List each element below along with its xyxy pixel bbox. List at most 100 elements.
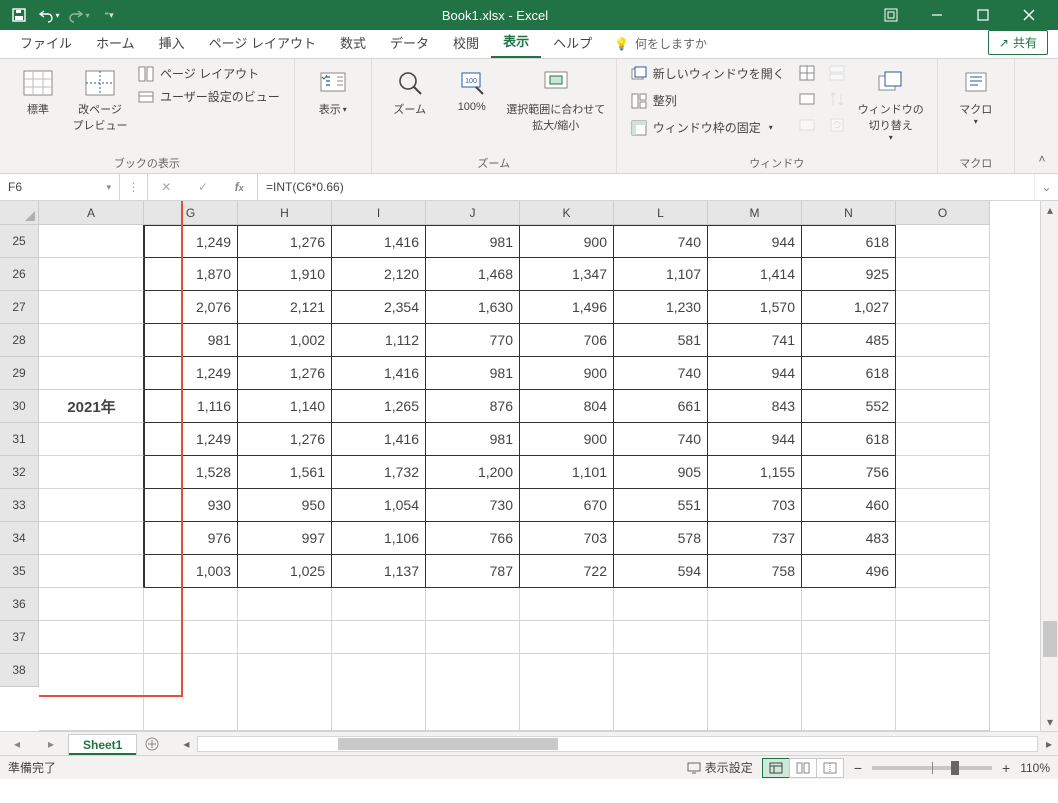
new-sheet-button[interactable]	[137, 732, 167, 755]
save-icon[interactable]	[6, 2, 32, 28]
cell[interactable]: 1,528	[144, 456, 238, 489]
unhide-button[interactable]	[795, 115, 819, 135]
reset-position-button[interactable]	[825, 115, 849, 135]
collapse-ribbon-icon[interactable]: ˄	[1032, 149, 1052, 169]
cell[interactable]: 1,276	[238, 423, 332, 456]
cell[interactable]	[426, 654, 520, 731]
tab-help[interactable]: ヘルプ	[541, 27, 604, 58]
zoom-button[interactable]: ズーム	[382, 63, 438, 117]
cell[interactable]: 756	[802, 456, 896, 489]
cell[interactable]	[238, 654, 332, 731]
cell[interactable]	[39, 654, 144, 731]
cell[interactable]	[39, 555, 144, 588]
row-header-28[interactable]: 28	[0, 324, 39, 357]
row-header-26[interactable]: 26	[0, 258, 39, 291]
cell[interactable]	[896, 423, 990, 456]
cell[interactable]: 1,155	[708, 456, 802, 489]
normal-viewmode-button[interactable]	[762, 758, 790, 778]
cell[interactable]: 703	[708, 489, 802, 522]
cell[interactable]: 706	[520, 324, 614, 357]
cell[interactable]: 930	[144, 489, 238, 522]
cell[interactable]: 2,121	[238, 291, 332, 324]
tab-view[interactable]: 表示	[491, 25, 541, 58]
tab-formulas[interactable]: 数式	[328, 27, 378, 58]
cell[interactable]: 1,116	[144, 390, 238, 423]
hide-button[interactable]	[795, 89, 819, 109]
cell[interactable]: 944	[708, 225, 802, 258]
cell[interactable]	[520, 621, 614, 654]
row-header-37[interactable]: 37	[0, 621, 39, 654]
row-header-31[interactable]: 31	[0, 423, 39, 456]
cell[interactable]: 944	[708, 423, 802, 456]
cell[interactable]: 581	[614, 324, 708, 357]
column-header-K[interactable]: K	[520, 201, 614, 225]
row-header-25[interactable]: 25	[0, 225, 39, 258]
cell[interactable]	[144, 654, 238, 731]
cell[interactable]: 770	[426, 324, 520, 357]
cell[interactable]: 1,230	[614, 291, 708, 324]
cell[interactable]: 758	[708, 555, 802, 588]
cell[interactable]: 1,496	[520, 291, 614, 324]
cell[interactable]	[39, 621, 144, 654]
cell[interactable]	[39, 588, 144, 621]
cell[interactable]: 1,276	[238, 357, 332, 390]
pagebreak-viewmode-button[interactable]	[816, 758, 844, 778]
cell[interactable]	[708, 654, 802, 731]
side-by-side-button[interactable]	[825, 63, 849, 83]
cell[interactable]	[896, 357, 990, 390]
maximize-button[interactable]	[960, 0, 1006, 30]
cell[interactable]: 1,002	[238, 324, 332, 357]
cell[interactable]: 460	[802, 489, 896, 522]
redo-icon[interactable]: ▾	[66, 2, 92, 28]
cell[interactable]: 1,054	[332, 489, 426, 522]
cell[interactable]: 981	[426, 225, 520, 258]
cell[interactable]: 1,416	[332, 423, 426, 456]
sheet-tab-active[interactable]: Sheet1	[68, 734, 137, 755]
pagelayout-viewmode-button[interactable]	[789, 758, 817, 778]
sync-scroll-button[interactable]	[825, 89, 849, 109]
split-button[interactable]	[795, 63, 819, 83]
cell[interactable]: 1,249	[144, 225, 238, 258]
column-header-G[interactable]: G	[144, 201, 238, 225]
cell[interactable]: 981	[426, 423, 520, 456]
cell[interactable]: 1,561	[238, 456, 332, 489]
cell[interactable]	[426, 588, 520, 621]
zoom-100-button[interactable]: 100100%	[444, 63, 500, 113]
fx-icon[interactable]: fx	[235, 180, 244, 194]
zoom-selection-button[interactable]: 選択範囲に合わせて 拡大/縮小	[506, 63, 606, 133]
tab-data[interactable]: データ	[378, 27, 441, 58]
column-header-I[interactable]: I	[332, 201, 426, 225]
macro-button[interactable]: マクロ▾	[948, 63, 1004, 126]
scroll-left-icon[interactable]: ◂	[177, 735, 195, 753]
cell[interactable]	[39, 522, 144, 555]
row-header-34[interactable]: 34	[0, 522, 39, 555]
cell[interactable]	[802, 588, 896, 621]
cell[interactable]: 618	[802, 357, 896, 390]
cell[interactable]	[39, 489, 144, 522]
pagebreak-view-button[interactable]: 改ページ プレビュー	[72, 63, 128, 133]
cell[interactable]: 740	[614, 225, 708, 258]
sheet-nav-left[interactable]: ◂	[0, 732, 34, 755]
cell[interactable]: 741	[708, 324, 802, 357]
cell[interactable]: 981	[426, 357, 520, 390]
cell[interactable]	[39, 357, 144, 390]
cell[interactable]: 1,112	[332, 324, 426, 357]
cell[interactable]: 1,137	[332, 555, 426, 588]
cell[interactable]: 905	[614, 456, 708, 489]
custom-views-button[interactable]: ユーザー設定のビュー	[134, 86, 284, 107]
column-header-M[interactable]: M	[708, 201, 802, 225]
cell[interactable]	[896, 621, 990, 654]
cell[interactable]	[39, 423, 144, 456]
ribbon-options-icon[interactable]	[868, 0, 914, 30]
cell[interactable]	[39, 291, 144, 324]
cell[interactable]: 925	[802, 258, 896, 291]
scroll-thumb[interactable]	[1043, 621, 1057, 657]
cell[interactable]: 950	[238, 489, 332, 522]
sheet-nav-right[interactable]: ▸	[34, 732, 68, 755]
accept-icon[interactable]: ✓	[198, 180, 208, 194]
cell[interactable]: 1,025	[238, 555, 332, 588]
cell[interactable]	[896, 555, 990, 588]
row-header-30[interactable]: 30	[0, 390, 39, 423]
cell[interactable]: 618	[802, 423, 896, 456]
cell[interactable]	[614, 654, 708, 731]
